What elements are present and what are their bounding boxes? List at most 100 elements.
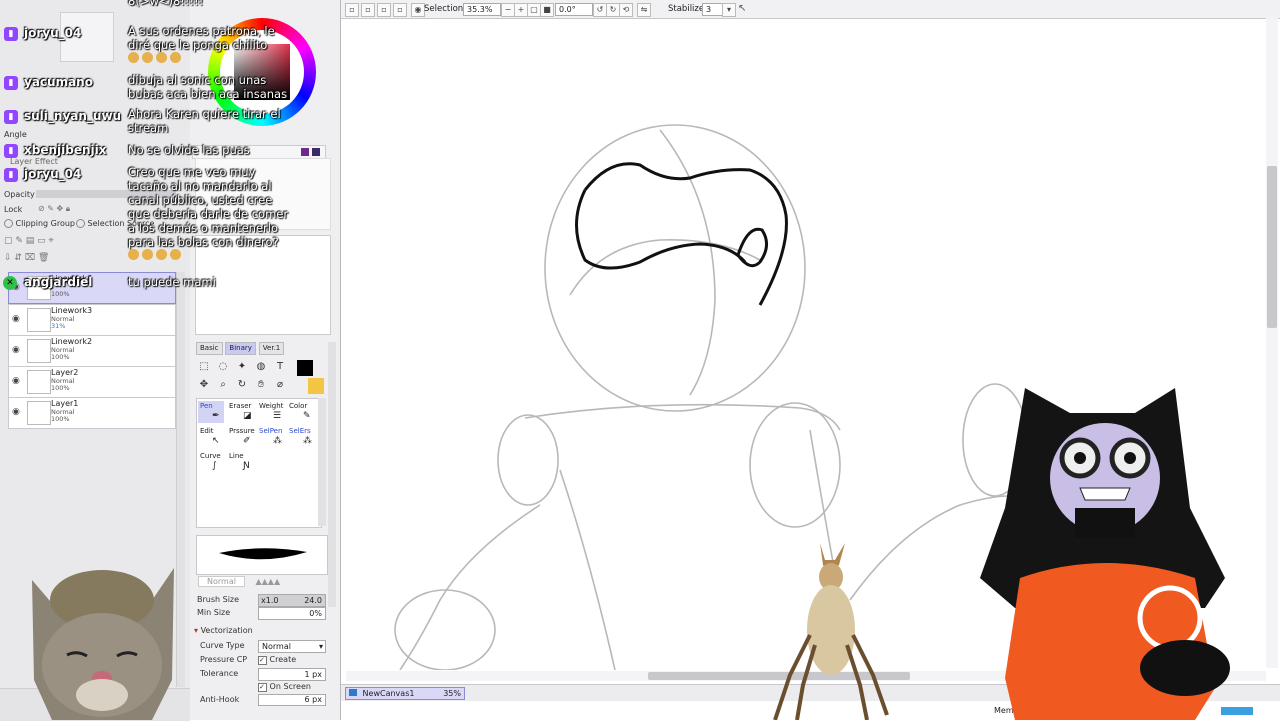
on-screen-checkbox[interactable]: ✓	[258, 683, 267, 692]
curve-type-select[interactable]: Normal ▾	[258, 640, 326, 653]
tool-pen-label: Pen	[200, 402, 213, 410]
chevron-down-icon: ▾	[318, 642, 323, 651]
deselect-icon[interactable]: ▫	[345, 3, 359, 17]
tool-tabs: Basic Binary Ver.1	[196, 342, 285, 355]
brush-stroke-preview	[219, 548, 307, 560]
tool-eraser[interactable]: Eraser ◪	[229, 401, 257, 423]
moderator-badge-icon: ✕	[3, 276, 17, 290]
canvas-tab-name: NewCanvas1	[362, 689, 415, 698]
brush-shape-icons[interactable]: ▲▲▲▲	[256, 577, 281, 586]
tool-line[interactable]: Line Ɲ	[229, 451, 257, 473]
tool-line-label: Line	[229, 452, 244, 460]
secondary-color-swatch[interactable]	[308, 378, 324, 394]
zoom-value: 35.3%	[467, 5, 493, 14]
primary-color-swatch[interactable]	[297, 360, 313, 376]
layer-row-linework2[interactable]: ◉ Linework2 Normal 100%	[8, 335, 176, 367]
zoom-reset-icon[interactable]: ■	[540, 3, 554, 17]
zoom-icon[interactable]: ⌕	[214, 376, 232, 394]
blend-mode-row[interactable]: Normal ▲▲▲▲	[198, 576, 326, 589]
twitch-icon: ▮	[4, 76, 18, 90]
tool-edit[interactable]: Edit ↖	[198, 426, 226, 448]
eye-icon[interactable]: ◉	[12, 407, 20, 417]
lock-icons[interactable]: ⊘ ✎ ✥ 🔒︎	[38, 204, 90, 214]
zoom-in-icon[interactable]: +	[514, 3, 528, 17]
chat-message-text: A sus ordenes patrona, le diré que le po…	[128, 24, 275, 52]
color-icon: ✎	[303, 411, 311, 421]
rotate-icon[interactable]: ↻	[233, 376, 251, 394]
tool-pressure[interactable]: Prssure ✐	[229, 426, 257, 448]
chevron-down-icon[interactable]: ▾	[722, 3, 736, 17]
creature-overlay	[765, 535, 895, 721]
tool-icons: ⬚ ◌ ✦ ◍ T ✥ ⌕ ↻ ✋︎ ⌀	[195, 358, 305, 394]
settings-scrollbar[interactable]	[328, 342, 336, 607]
emote-icon	[142, 249, 153, 260]
text-tool-icon[interactable]: T	[271, 358, 289, 376]
layer-row-layer1[interactable]: ◉ Layer1 Normal 100%	[8, 397, 176, 429]
zoom-out-icon[interactable]: −	[501, 3, 515, 17]
selection-view-icon[interactable]: ◉	[411, 3, 425, 17]
min-size-field[interactable]: 0%	[258, 607, 326, 620]
brush-size-field[interactable]: x1.0 24.0	[258, 594, 326, 607]
vectorization-header[interactable]: ▾ Vectorization	[194, 626, 253, 635]
anti-hook-field[interactable]: 6 px	[258, 694, 326, 706]
selection-label: Selection	[424, 4, 464, 14]
blend-mode-select[interactable]: Normal	[198, 576, 245, 587]
emote-icon	[170, 249, 181, 260]
tool-eraser-label: Eraser	[229, 402, 252, 410]
rotate-reset-icon[interactable]: ⟲	[619, 3, 633, 17]
eyedropper-icon[interactable]: ⌀	[271, 376, 289, 394]
rotate-right-icon[interactable]: ↻	[606, 3, 620, 17]
pressure-cp-row: ✓ Create	[258, 655, 296, 665]
tool-pen[interactable]: Pen ✒︎	[198, 401, 224, 423]
vtuber-avatar-image	[980, 388, 1230, 720]
hand-icon[interactable]: ✋︎	[252, 376, 270, 394]
pen-icon: ✒︎	[212, 411, 220, 421]
clipping-group-radio[interactable]	[4, 219, 13, 228]
magic-wand-icon[interactable]: ✦	[233, 358, 251, 376]
flip-horizontal-icon[interactable]: ⇋	[637, 3, 651, 17]
eye-icon[interactable]: ◉	[12, 345, 20, 355]
chat-message: A sus ordenes patrona, le diré que le po…	[128, 24, 293, 66]
zoom-fit-icon[interactable]: ▢	[527, 3, 541, 17]
vertical-scrollbar[interactable]	[1266, 18, 1278, 668]
canvas-tab[interactable]: NewCanvas1 35%	[345, 687, 465, 700]
cat-webcam-overlay	[22, 560, 182, 720]
tab-basic[interactable]: Basic	[196, 342, 223, 355]
rotate-left-icon[interactable]: ↺	[593, 3, 607, 17]
eye-icon[interactable]: ◉	[12, 376, 20, 386]
tool-selpen[interactable]: SelPen ⁂	[259, 426, 287, 448]
stabilizer-value: 3	[706, 5, 712, 14]
tolerance-field[interactable]: 1 px	[258, 668, 326, 681]
layer-row-layer2[interactable]: ◉ Layer2 Normal 100%	[8, 366, 176, 398]
eye-icon[interactable]: ◉	[12, 314, 20, 324]
transform-icon[interactable]: ▫	[377, 3, 391, 17]
chat-username: suli_nyan_uwu	[24, 109, 122, 123]
eraser-icon: ◪	[243, 411, 252, 421]
selection-source-radio[interactable]	[76, 219, 85, 228]
chat-username: angjardiel	[24, 275, 93, 289]
zoom-field[interactable]: 35.3%	[463, 3, 501, 16]
chat-message-fragment: 8(>w<)8!!!!!	[128, 0, 204, 8]
tab-binary[interactable]: Binary	[225, 342, 256, 355]
vertical-scroll-thumb[interactable]	[1267, 166, 1277, 328]
tab-ver1[interactable]: Ver.1	[258, 342, 285, 355]
tool-curve[interactable]: Curve ∫	[198, 451, 226, 473]
layer-row-linework3[interactable]: ◉ Linework3 Normal 31%	[8, 304, 176, 336]
tool-weight[interactable]: Weight ☰	[259, 401, 287, 423]
tool-color[interactable]: Color ✎	[289, 401, 317, 423]
invert-selection-icon[interactable]: ▫	[361, 3, 375, 17]
move-icon[interactable]: ✥	[195, 376, 213, 394]
creature-image	[773, 543, 889, 721]
tool-selers[interactable]: SelErs ⁂	[289, 426, 317, 448]
lasso-icon[interactable]: ◌	[214, 358, 232, 376]
chat-username: yacumano	[24, 75, 93, 89]
tool-grid-scrollbar[interactable]	[318, 398, 326, 526]
pressure-cp-checkbox[interactable]: ✓	[258, 656, 267, 665]
min-size-value: 0%	[309, 609, 322, 618]
angle-field[interactable]: 0.0°	[555, 3, 593, 16]
selection-clear-icon[interactable]: ▫	[393, 3, 407, 17]
selers-icon: ⁂	[303, 436, 312, 446]
rect-select-icon[interactable]: ⬚	[195, 358, 213, 376]
bucket-icon[interactable]: ◍	[252, 358, 270, 376]
angle-value: 0.0°	[559, 5, 576, 14]
